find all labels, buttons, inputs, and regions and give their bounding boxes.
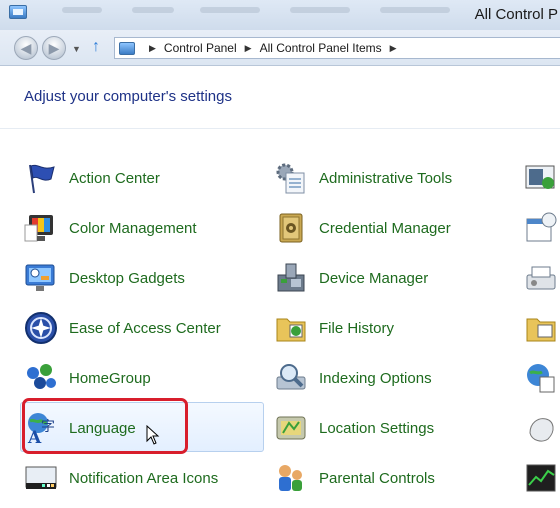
page-title: Adjust your computer's settings xyxy=(24,88,232,105)
address-bar[interactable]: ▶ Control Panel ▶ All Control Panel Item… xyxy=(114,37,560,59)
item-partial-2[interactable] xyxy=(524,203,560,253)
flag-icon xyxy=(24,161,58,195)
item-label: Administrative Tools xyxy=(319,169,453,187)
item-label: File History xyxy=(319,319,395,337)
blurred-title xyxy=(132,7,174,13)
item-label: Notification Area Icons xyxy=(69,469,219,487)
ease-of-access-icon xyxy=(24,311,58,345)
calendar-clock-icon xyxy=(524,211,558,245)
recent-pages-dropdown-icon[interactable]: ▼ xyxy=(72,44,81,54)
chevron-right-icon[interactable]: ▶ xyxy=(149,43,156,54)
item-indexing-options[interactable]: Indexing Options xyxy=(274,353,504,403)
item-label: HomeGroup xyxy=(69,369,151,387)
performance-monitor-icon xyxy=(524,461,558,495)
item-ease-of-access[interactable]: Ease of Access Center xyxy=(24,303,264,353)
item-administrative-tools[interactable]: Administrative Tools xyxy=(274,153,504,203)
blurred-title xyxy=(62,7,102,13)
breadcrumb-control-panel[interactable]: Control Panel xyxy=(164,41,237,55)
item-location-settings[interactable]: Location Settings xyxy=(274,403,504,453)
indexing-icon xyxy=(274,361,308,395)
control-panel-icon xyxy=(119,41,135,55)
item-homegroup[interactable]: HomeGroup xyxy=(24,353,264,403)
item-file-history[interactable]: File History xyxy=(274,303,504,353)
color-monitor-icon xyxy=(24,211,58,245)
mouse-pointer-icon xyxy=(146,424,160,445)
item-label: Credential Manager xyxy=(319,219,451,237)
window-title: All Control P xyxy=(474,6,558,23)
item-color-management[interactable]: Color Management xyxy=(24,203,264,253)
item-label: Action Center xyxy=(69,169,160,187)
folder-options-icon xyxy=(524,311,558,345)
up-arrow-icon[interactable]: ↑ xyxy=(92,38,108,56)
chevron-right-icon[interactable]: ▶ xyxy=(390,43,397,54)
item-label: Desktop Gadgets xyxy=(69,269,185,287)
item-label: Parental Controls xyxy=(319,469,435,487)
item-partial-6[interactable] xyxy=(524,403,560,453)
admin-tools-icon xyxy=(274,161,308,195)
item-label: Indexing Options xyxy=(319,369,432,387)
parental-controls-icon xyxy=(274,461,308,495)
blurred-title xyxy=(200,7,260,13)
item-partial-1[interactable] xyxy=(524,153,560,203)
item-action-center[interactable]: Action Center xyxy=(24,153,264,203)
homegroup-icon xyxy=(24,361,58,395)
chevron-right-icon[interactable]: ▶ xyxy=(245,43,252,54)
notification-area-icon xyxy=(24,461,58,495)
item-partial-4[interactable] xyxy=(524,303,560,353)
credential-vault-icon xyxy=(274,211,308,245)
item-label: Location Settings xyxy=(319,419,435,437)
forward-button[interactable]: ▶ xyxy=(42,36,66,60)
title-bar: All Control P xyxy=(0,0,560,30)
blurred-title xyxy=(380,7,450,13)
mouse-icon xyxy=(524,411,558,445)
item-partial-7[interactable] xyxy=(524,453,560,503)
blurred-title xyxy=(290,7,350,13)
divider xyxy=(0,128,560,129)
device-manager-icon xyxy=(274,261,308,295)
printer-icon xyxy=(524,261,558,295)
item-partial-3[interactable] xyxy=(524,253,560,303)
file-history-icon xyxy=(274,311,308,345)
item-device-manager[interactable]: Device Manager xyxy=(274,253,504,303)
item-partial-5[interactable] xyxy=(524,353,560,403)
item-label: Device Manager xyxy=(319,269,429,287)
back-button[interactable]: ◀ xyxy=(14,36,38,60)
internet-options-icon xyxy=(524,361,558,395)
red-highlight-box xyxy=(22,398,188,454)
item-desktop-gadgets[interactable]: Desktop Gadgets xyxy=(24,253,264,303)
item-parental-controls[interactable]: Parental Controls xyxy=(274,453,504,503)
item-notification-area-icons[interactable]: Notification Area Icons xyxy=(24,453,264,503)
item-label: Ease of Access Center xyxy=(69,319,221,337)
autoplay-icon xyxy=(524,161,558,195)
gadgets-icon xyxy=(24,261,58,295)
item-label: Color Management xyxy=(69,219,197,237)
control-panel-icon[interactable] xyxy=(9,5,27,19)
navigation-bar: ◀ ▶ ▼ ↑ ▶ Control Panel ▶ All Control Pa… xyxy=(0,30,560,66)
location-icon xyxy=(274,411,308,445)
breadcrumb-all-items[interactable]: All Control Panel Items xyxy=(260,41,382,55)
item-credential-manager[interactable]: Credential Manager xyxy=(274,203,504,253)
